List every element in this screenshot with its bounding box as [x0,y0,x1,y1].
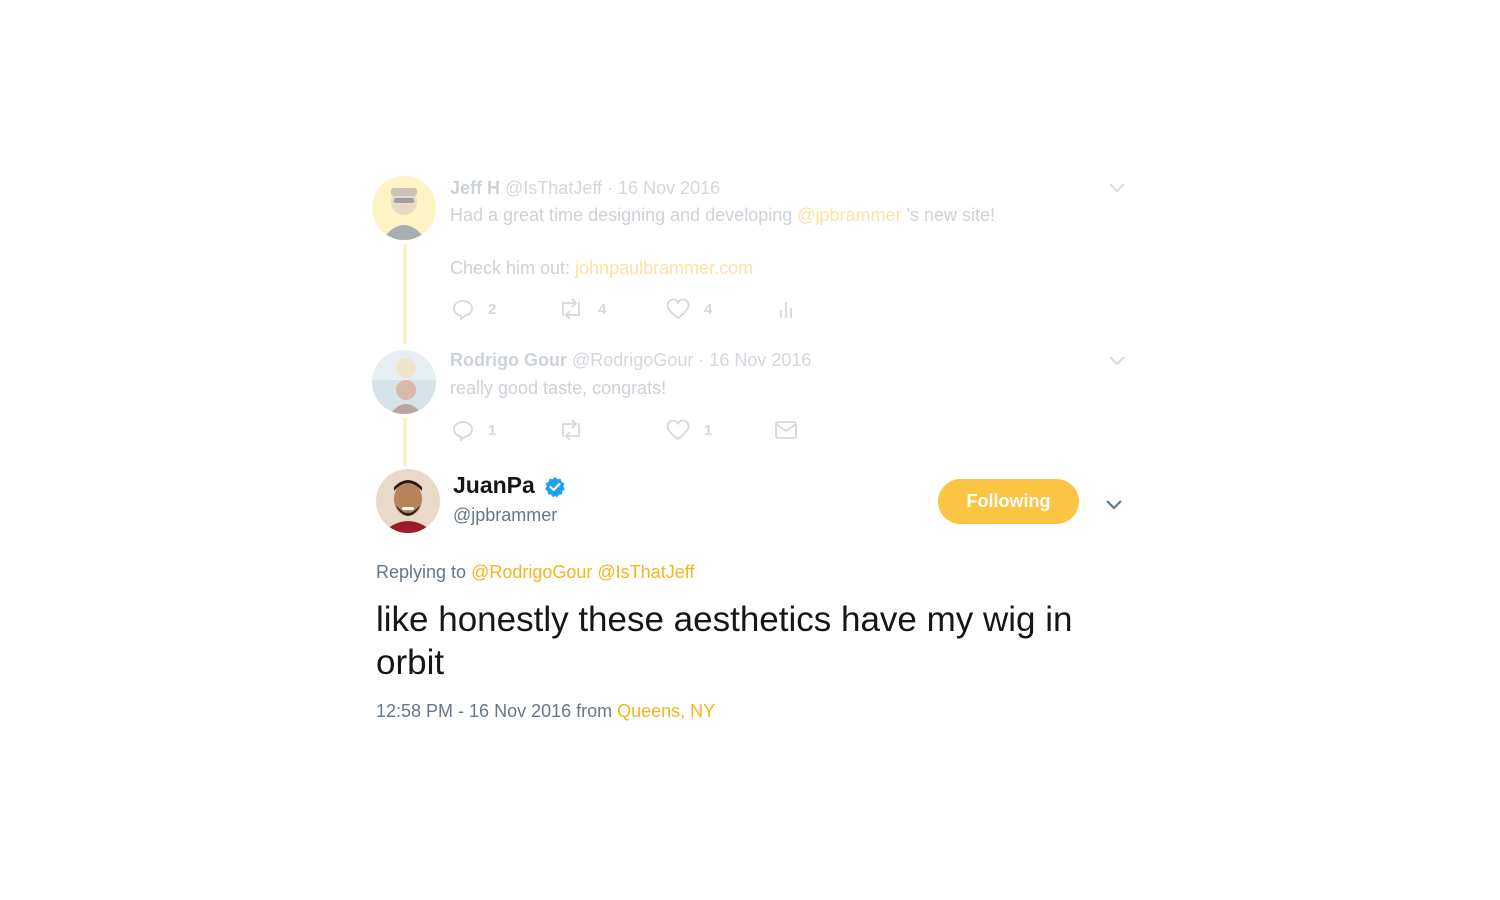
avatar[interactable] [372,176,436,240]
tweet-text: really good taste, congrats! [450,378,667,398]
chevron-down-icon[interactable] [1108,351,1126,369]
author-handle[interactable]: @IsThatJeff [505,178,602,198]
like-icon [666,419,690,441]
tweet-text-part: 's new site! [901,205,996,225]
reply-count: 2 [488,300,497,318]
tweet-timestamp[interactable]: 12:58 PM - 16 Nov 2016 [376,701,571,721]
main-author-avatar[interactable] [376,469,440,533]
chevron-down-icon[interactable] [1104,494,1124,514]
replying-to-line: Replying to @RodrigoGour @IsThatJeff [376,562,694,583]
reply-mention-rodrigo[interactable]: @RodrigoGour [471,562,592,582]
like-icon [666,298,690,320]
from-label: from [571,701,618,721]
retweet-count: 4 [598,300,607,318]
tweet-actions: 1 1 [452,419,1132,443]
author-name[interactable]: Rodrigo Gour [450,350,567,370]
retweet-button[interactable] [558,419,598,441]
like-button[interactable]: 1 [666,419,712,441]
reply-button[interactable]: 2 [452,298,496,320]
replying-to-label: Replying to [376,562,472,582]
tweet-metadata: 12:58 PM - 16 Nov 2016 from Queens, NY [376,701,715,722]
verified-badge-icon [544,476,566,503]
analytics-icon [780,302,792,318]
following-button[interactable]: Following [938,479,1079,524]
tweet-text-part: Check him out: [450,258,576,278]
chevron-down-icon[interactable] [1108,178,1126,196]
tweet-header: Jeff H @IsThatJeff · 16 Nov 2016 [450,178,720,199]
retweet-icon [562,298,580,320]
main-author-handle[interactable]: @jpbrammer [453,505,557,526]
reply-icon [453,300,473,320]
reply-button[interactable]: 1 [452,419,496,441]
dm-icon [775,421,797,439]
url-link[interactable]: johnpaulbrammer.com [575,258,753,278]
author-name[interactable]: Jeff H [450,178,500,198]
main-tweet-text: like honestly these aesthetics have my w… [376,600,1073,682]
retweet-icon [562,419,580,441]
tweet-date[interactable]: 16 Nov 2016 [618,178,720,198]
tweet-actions: 2 4 4 [452,298,1132,322]
retweet-button[interactable]: 4 [558,298,606,320]
like-button[interactable]: 4 [666,298,712,320]
tweet-text: Had a great time designing and developin… [450,205,995,226]
avatar[interactable] [372,350,436,414]
mention-link[interactable]: @jpbrammer [797,205,901,225]
separator-dot: · [698,350,705,370]
tweet-date[interactable]: 16 Nov 2016 [709,350,811,370]
like-count: 1 [704,421,713,439]
tweet-text-line-2: Check him out: johnpaulbrammer.com [450,258,753,279]
main-author-name[interactable]: JuanPa [453,472,535,499]
direct-message-button[interactable] [774,419,798,441]
tweet-text-part: Had a great time designing and developin… [450,205,798,225]
analytics-button[interactable] [776,298,796,320]
thread-tweet-rodrigo[interactable]: Rodrigo Gour @RodrigoGour · 16 Nov 2016 … [372,350,1132,450]
like-count: 4 [704,300,713,318]
tweet-header: Rodrigo Gour @RodrigoGour · 16 Nov 2016 [450,350,811,371]
reply-mention-jeff[interactable]: @IsThatJeff [597,562,694,582]
reply-count: 1 [488,421,497,439]
tweet-location-link[interactable]: Queens, NY [617,701,715,721]
tweet-thread-view: Jeff H @IsThatJeff · 16 Nov 2016 Had a g… [0,0,1500,900]
thread-tweet-jeff[interactable]: Jeff H @IsThatJeff · 16 Nov 2016 Had a g… [372,176,1132,326]
reply-icon [453,421,473,441]
separator-dot: · [607,178,614,198]
author-handle[interactable]: @RodrigoGour [572,350,693,370]
